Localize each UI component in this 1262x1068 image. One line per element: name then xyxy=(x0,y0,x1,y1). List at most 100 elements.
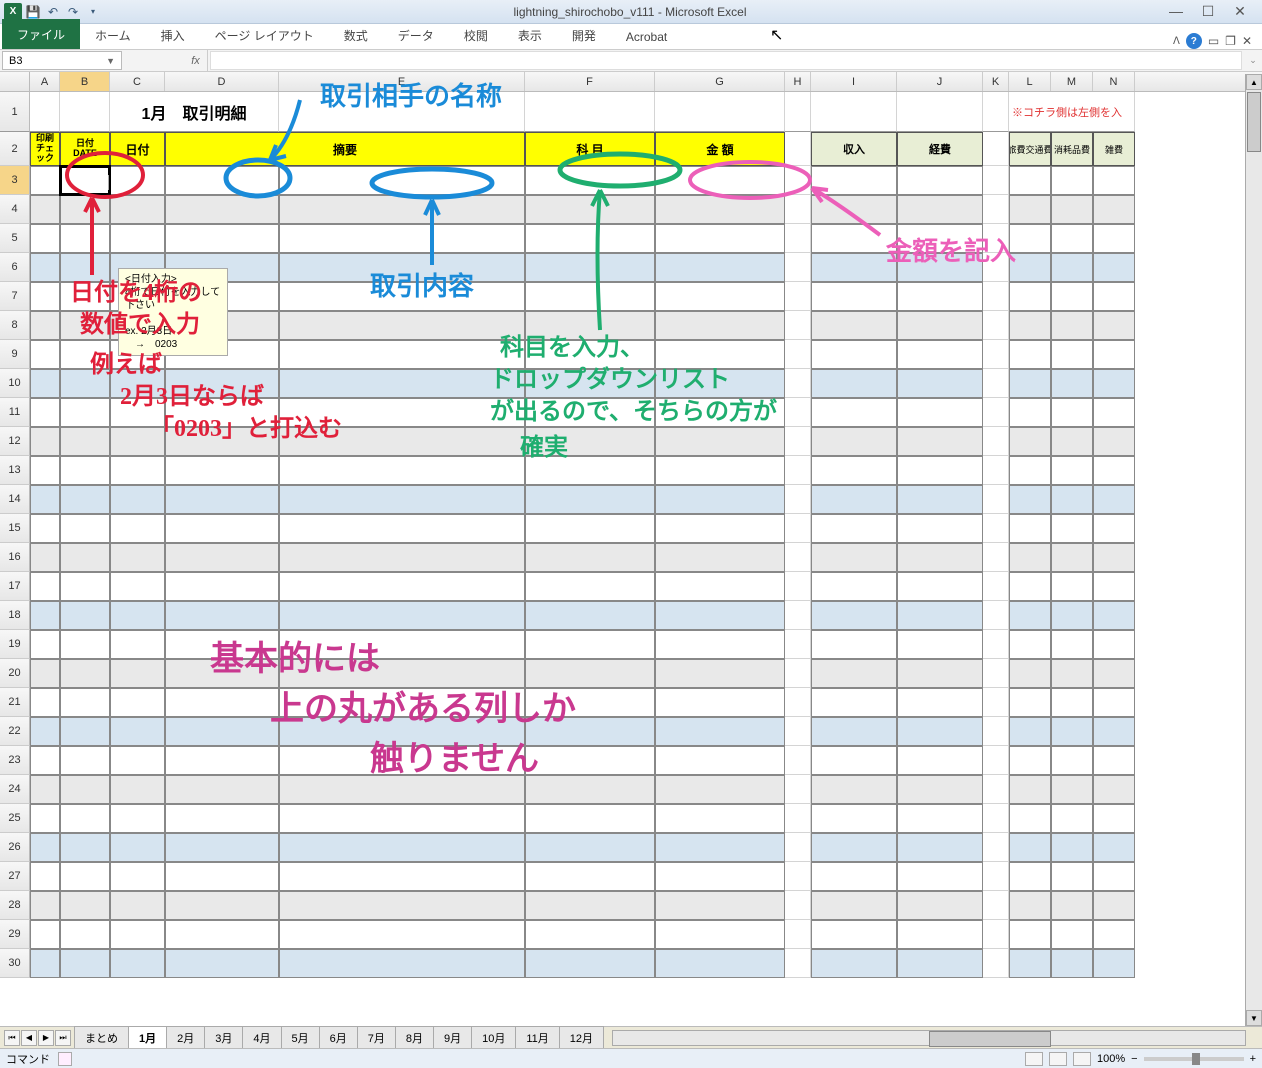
cell[interactable] xyxy=(897,195,983,224)
cell[interactable] xyxy=(525,804,655,833)
cell[interactable] xyxy=(785,659,811,688)
cell[interactable] xyxy=(30,746,60,775)
cell[interactable] xyxy=(30,572,60,601)
cell[interactable] xyxy=(655,891,785,920)
cell[interactable] xyxy=(1051,514,1093,543)
row-header-19[interactable]: 19 xyxy=(0,630,30,659)
doc-close-icon[interactable]: ✕ xyxy=(1242,34,1252,48)
cell[interactable] xyxy=(1009,630,1051,659)
cell[interactable] xyxy=(279,543,525,572)
cell[interactable] xyxy=(1009,195,1051,224)
cell[interactable] xyxy=(1093,717,1135,746)
row-header-21[interactable]: 21 xyxy=(0,688,30,717)
cell[interactable] xyxy=(785,775,811,804)
row-header-30[interactable]: 30 xyxy=(0,949,30,978)
cell[interactable] xyxy=(110,601,165,630)
tab-page-layout[interactable]: ページ レイアウト xyxy=(200,21,329,49)
cell[interactable] xyxy=(1051,398,1093,427)
cell[interactable] xyxy=(1093,369,1135,398)
view-layout-icon[interactable] xyxy=(1049,1052,1067,1066)
vertical-scrollbar[interactable]: ▲ ▼ xyxy=(1245,74,1262,1026)
cell[interactable] xyxy=(30,456,60,485)
row-header-20[interactable]: 20 xyxy=(0,659,30,688)
cell[interactable] xyxy=(785,427,811,456)
cell[interactable] xyxy=(60,717,110,746)
cell[interactable] xyxy=(1009,456,1051,485)
cell[interactable] xyxy=(655,804,785,833)
cell[interactable] xyxy=(655,253,785,282)
row-header-26[interactable]: 26 xyxy=(0,833,30,862)
cell[interactable] xyxy=(165,601,279,630)
sheet-tab-6月[interactable]: 6月 xyxy=(319,1026,358,1049)
cell[interactable] xyxy=(30,804,60,833)
cell[interactable] xyxy=(983,891,1009,920)
tab-developer[interactable]: 開発 xyxy=(557,21,611,49)
col-header-I[interactable]: I xyxy=(811,72,897,91)
cell[interactable] xyxy=(983,224,1009,253)
cell[interactable] xyxy=(1093,514,1135,543)
row-header-12[interactable]: 12 xyxy=(0,427,30,456)
cell[interactable] xyxy=(983,543,1009,572)
cell[interactable] xyxy=(30,833,60,862)
cell[interactable] xyxy=(1051,804,1093,833)
sheet-first-icon[interactable]: ⏮ xyxy=(4,1030,20,1046)
sheet-tab-3月[interactable]: 3月 xyxy=(204,1026,243,1049)
cell[interactable] xyxy=(60,659,110,688)
cell[interactable] xyxy=(1093,427,1135,456)
cell[interactable] xyxy=(1009,920,1051,949)
cell[interactable] xyxy=(655,920,785,949)
cell[interactable] xyxy=(1093,166,1135,195)
cell[interactable] xyxy=(110,833,165,862)
sheet-last-icon[interactable]: ⏭ xyxy=(55,1030,71,1046)
cell[interactable] xyxy=(785,311,811,340)
cell[interactable] xyxy=(655,340,785,369)
cell[interactable] xyxy=(983,949,1009,978)
cell[interactable] xyxy=(785,514,811,543)
cell[interactable] xyxy=(525,688,655,717)
cell[interactable] xyxy=(983,717,1009,746)
cell[interactable] xyxy=(655,717,785,746)
cell[interactable] xyxy=(1051,166,1093,195)
cell[interactable] xyxy=(785,630,811,659)
cell[interactable] xyxy=(165,949,279,978)
cell[interactable] xyxy=(655,311,785,340)
cell[interactable] xyxy=(30,311,60,340)
cell[interactable] xyxy=(983,659,1009,688)
cell[interactable] xyxy=(785,253,811,282)
cell[interactable] xyxy=(60,456,110,485)
cell[interactable] xyxy=(525,862,655,891)
cell[interactable] xyxy=(525,543,655,572)
cell[interactable] xyxy=(1093,601,1135,630)
cell[interactable] xyxy=(897,891,983,920)
cell[interactable] xyxy=(655,949,785,978)
col-header-E[interactable]: E xyxy=(279,72,525,91)
cell[interactable] xyxy=(110,398,165,427)
row-header-6[interactable]: 6 xyxy=(0,253,30,282)
cell[interactable] xyxy=(811,717,897,746)
cell[interactable] xyxy=(525,949,655,978)
view-normal-icon[interactable] xyxy=(1025,1052,1043,1066)
cell[interactable] xyxy=(1093,543,1135,572)
cell[interactable] xyxy=(30,282,60,311)
cell[interactable] xyxy=(811,833,897,862)
col-header-B[interactable]: B xyxy=(60,72,110,91)
cell[interactable] xyxy=(1051,775,1093,804)
formula-expand-icon[interactable]: ⌄ xyxy=(1244,50,1262,71)
cell[interactable] xyxy=(1093,572,1135,601)
col-header-F[interactable]: F xyxy=(525,72,655,91)
cell[interactable] xyxy=(1051,746,1093,775)
cell[interactable] xyxy=(655,862,785,891)
cell[interactable] xyxy=(30,601,60,630)
row-header-1[interactable]: 1 xyxy=(0,92,30,132)
row-header-3[interactable]: 3 xyxy=(0,166,30,195)
sheet-tab-5月[interactable]: 5月 xyxy=(281,1026,320,1049)
col-header-N[interactable]: N xyxy=(1093,72,1135,91)
cell[interactable] xyxy=(811,949,897,978)
tab-home[interactable]: ホーム xyxy=(80,21,146,49)
cell[interactable] xyxy=(30,949,60,978)
cell[interactable] xyxy=(60,543,110,572)
cell[interactable] xyxy=(655,166,785,195)
cell[interactable] xyxy=(1051,224,1093,253)
cell[interactable] xyxy=(165,891,279,920)
cell[interactable] xyxy=(785,224,811,253)
